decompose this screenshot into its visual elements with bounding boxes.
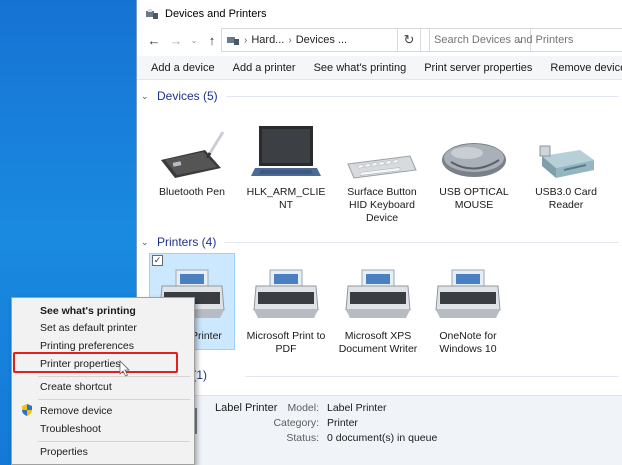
printer-icon xyxy=(425,252,511,330)
device-label: HLK_ARM_CLIENT xyxy=(246,186,326,211)
printer-tile[interactable]: Microsoft XPS Document Writer xyxy=(335,252,421,356)
card-reader-icon xyxy=(523,108,609,186)
forward-button[interactable]: → xyxy=(165,29,187,51)
menu-properties[interactable]: Properties xyxy=(12,442,194,462)
collapse-chevron-icon[interactable]: ⌄ xyxy=(141,91,149,102)
device-tile[interactable]: Surface Button HID Keyboard Device xyxy=(339,108,425,225)
details-pane: Label Printer Model: Label Printer Categ… xyxy=(137,395,622,465)
annotation-highlight-box xyxy=(13,352,178,373)
printer-icon xyxy=(335,252,421,330)
menu-set-default-printer[interactable]: Set as default printer xyxy=(12,318,194,338)
model-value: Label Printer xyxy=(327,402,387,414)
group-divider xyxy=(224,241,619,243)
menu-separator xyxy=(38,399,190,400)
remove-device-button[interactable]: Remove device xyxy=(541,56,622,80)
context-menu: See what's printing Set as default print… xyxy=(11,297,195,465)
status-key: Status: xyxy=(286,432,319,444)
device-label: USB OPTICAL MOUSE xyxy=(439,186,509,211)
printer-label: OneNote for Windows 10 xyxy=(439,330,497,355)
mouse-cursor-icon xyxy=(119,360,130,377)
add-device-button[interactable]: Add a device xyxy=(137,56,224,80)
breadcrumb-separator-icon: › xyxy=(244,34,248,46)
mouse-icon xyxy=(431,108,517,186)
printers-group-header[interactable]: ⌄ Printers (4) xyxy=(141,235,619,249)
pen-tablet-icon xyxy=(149,108,235,186)
device-tile[interactable]: USB3.0 Card Reader xyxy=(523,108,609,212)
printer-tile[interactable]: OneNote for Windows 10 xyxy=(425,252,511,356)
refresh-button[interactable]: ↻ xyxy=(397,28,421,52)
devices-printers-window: Devices and Printers ← → ⌄ ↑ › Hard... ›… xyxy=(136,0,622,465)
collapse-chevron-icon[interactable]: ⌄ xyxy=(141,237,149,248)
back-button[interactable]: ← xyxy=(143,29,165,51)
device-tile[interactable]: Bluetooth Pen xyxy=(149,108,235,199)
device-label: Bluetooth Pen xyxy=(159,186,225,198)
model-key: Model: xyxy=(287,402,319,414)
print-server-properties-button[interactable]: Print server properties xyxy=(415,56,541,80)
devices-group-label: Devices (5) xyxy=(157,89,218,103)
printer-label: Microsoft XPS Document Writer xyxy=(338,330,418,355)
breadcrumb-devices[interactable]: Devices ... xyxy=(296,34,347,46)
up-button[interactable]: ↑ xyxy=(201,29,223,51)
device-tile[interactable]: USB OPTICAL MOUSE xyxy=(431,108,517,212)
add-printer-button[interactable]: Add a printer xyxy=(224,56,305,80)
command-bar: Add a device Add a printer See what's pr… xyxy=(137,56,622,80)
laptop-icon xyxy=(243,108,329,186)
breadcrumb-separator-icon: › xyxy=(288,34,292,46)
device-tile[interactable]: HLK_ARM_CLIENT xyxy=(243,108,329,212)
devices-group-header[interactable]: ⌄ Devices (5) xyxy=(141,89,619,103)
search-input[interactable] xyxy=(434,34,622,46)
menu-create-shortcut[interactable]: Create shortcut xyxy=(12,377,194,397)
printers-group-label: Printers (4) xyxy=(157,235,217,249)
group-divider xyxy=(225,95,619,97)
devices-printers-icon xyxy=(146,9,158,19)
recent-locations-chevron-icon[interactable]: ⌄ xyxy=(187,29,201,51)
printer-label: Microsoft Print to PDF xyxy=(246,330,326,355)
printer-icon xyxy=(243,252,329,330)
control-panel-icon xyxy=(227,37,239,45)
device-label: Surface Button HID Keyboard Device xyxy=(347,186,417,224)
printer-tile[interactable]: Microsoft Print to PDF xyxy=(243,252,329,356)
category-key: Category: xyxy=(273,417,319,429)
search-box[interactable] xyxy=(429,28,622,52)
category-value: Printer xyxy=(327,417,358,429)
nav-buttons: ← → ⌄ ↑ xyxy=(143,29,223,51)
status-value: 0 document(s) in queue xyxy=(327,432,438,444)
keyboard-icon xyxy=(339,108,425,186)
device-label: USB3.0 Card Reader xyxy=(535,186,597,211)
breadcrumb-hardware[interactable]: Hard... xyxy=(251,34,284,46)
menu-remove-device[interactable]: Remove device xyxy=(12,401,194,421)
menu-troubleshoot[interactable]: Troubleshoot xyxy=(12,419,194,439)
window-title: Devices and Printers xyxy=(165,8,267,20)
title-bar: Devices and Printers xyxy=(137,0,622,28)
group-divider xyxy=(245,376,619,377)
see-printing-button[interactable]: See what's printing xyxy=(305,56,416,80)
